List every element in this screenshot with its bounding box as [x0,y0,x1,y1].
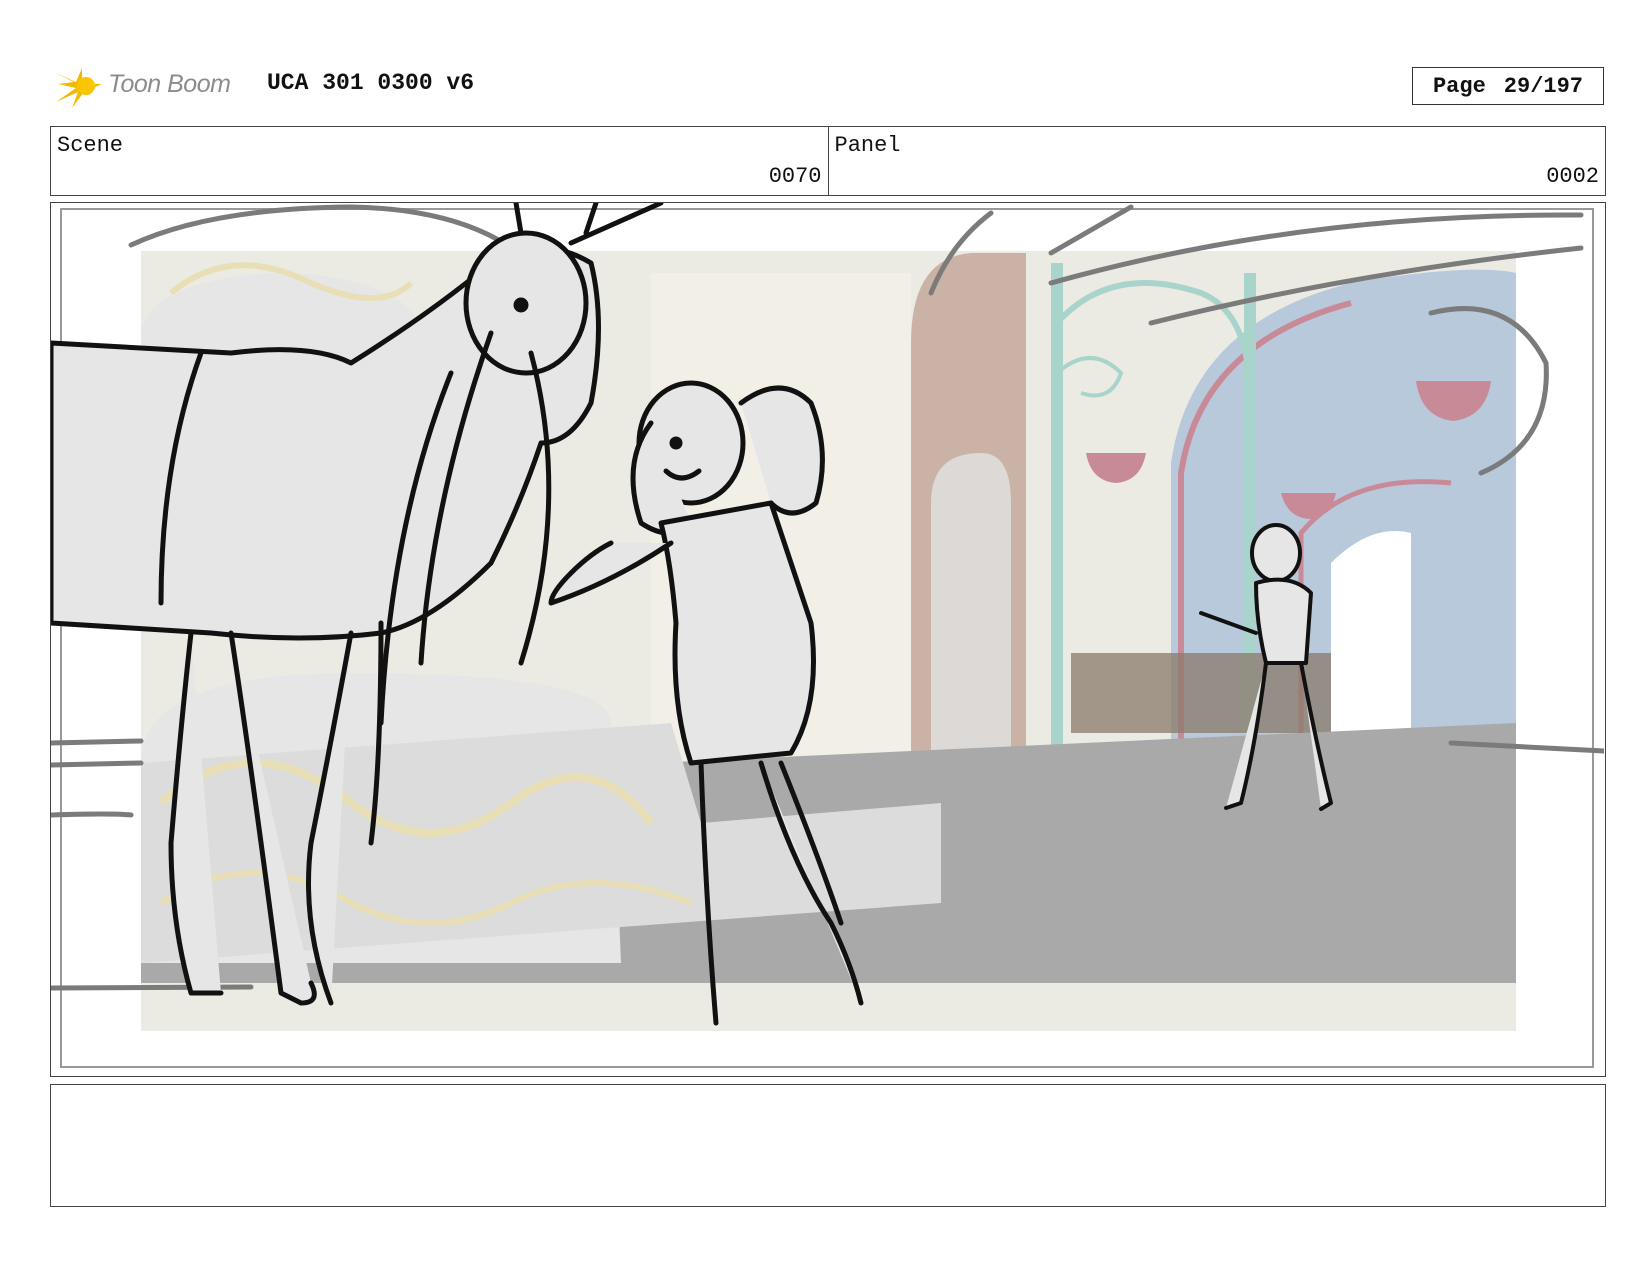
panel-value: 0002 [1546,164,1599,189]
toon-boom-logo: Toon Boom [52,62,252,110]
logo-text: Toon Boom [108,70,231,98]
storyboard-sketch-image [51,203,1604,1068]
scene-panel-info: Scene 0070 Panel 0002 [50,126,1606,196]
starburst-logo-icon [54,68,102,108]
page-header: Toon Boom UCA 301 0300 v6 Page 29/197 [52,58,1607,110]
project-title: UCA 301 0300 v6 [267,70,475,96]
page-number: 29/197 [1503,73,1584,99]
scene-label: Scene [57,133,124,158]
panel-cell: Panel 0002 [827,127,1606,195]
page-label: Page [1432,73,1486,99]
panel-notes [50,1084,1606,1207]
panel-label: Panel [834,133,901,158]
scene-cell: Scene 0070 [51,127,828,195]
scene-value: 0070 [768,164,822,189]
page-indicator: Page 29/197 [1412,67,1604,105]
storyboard-frame [50,202,1606,1077]
